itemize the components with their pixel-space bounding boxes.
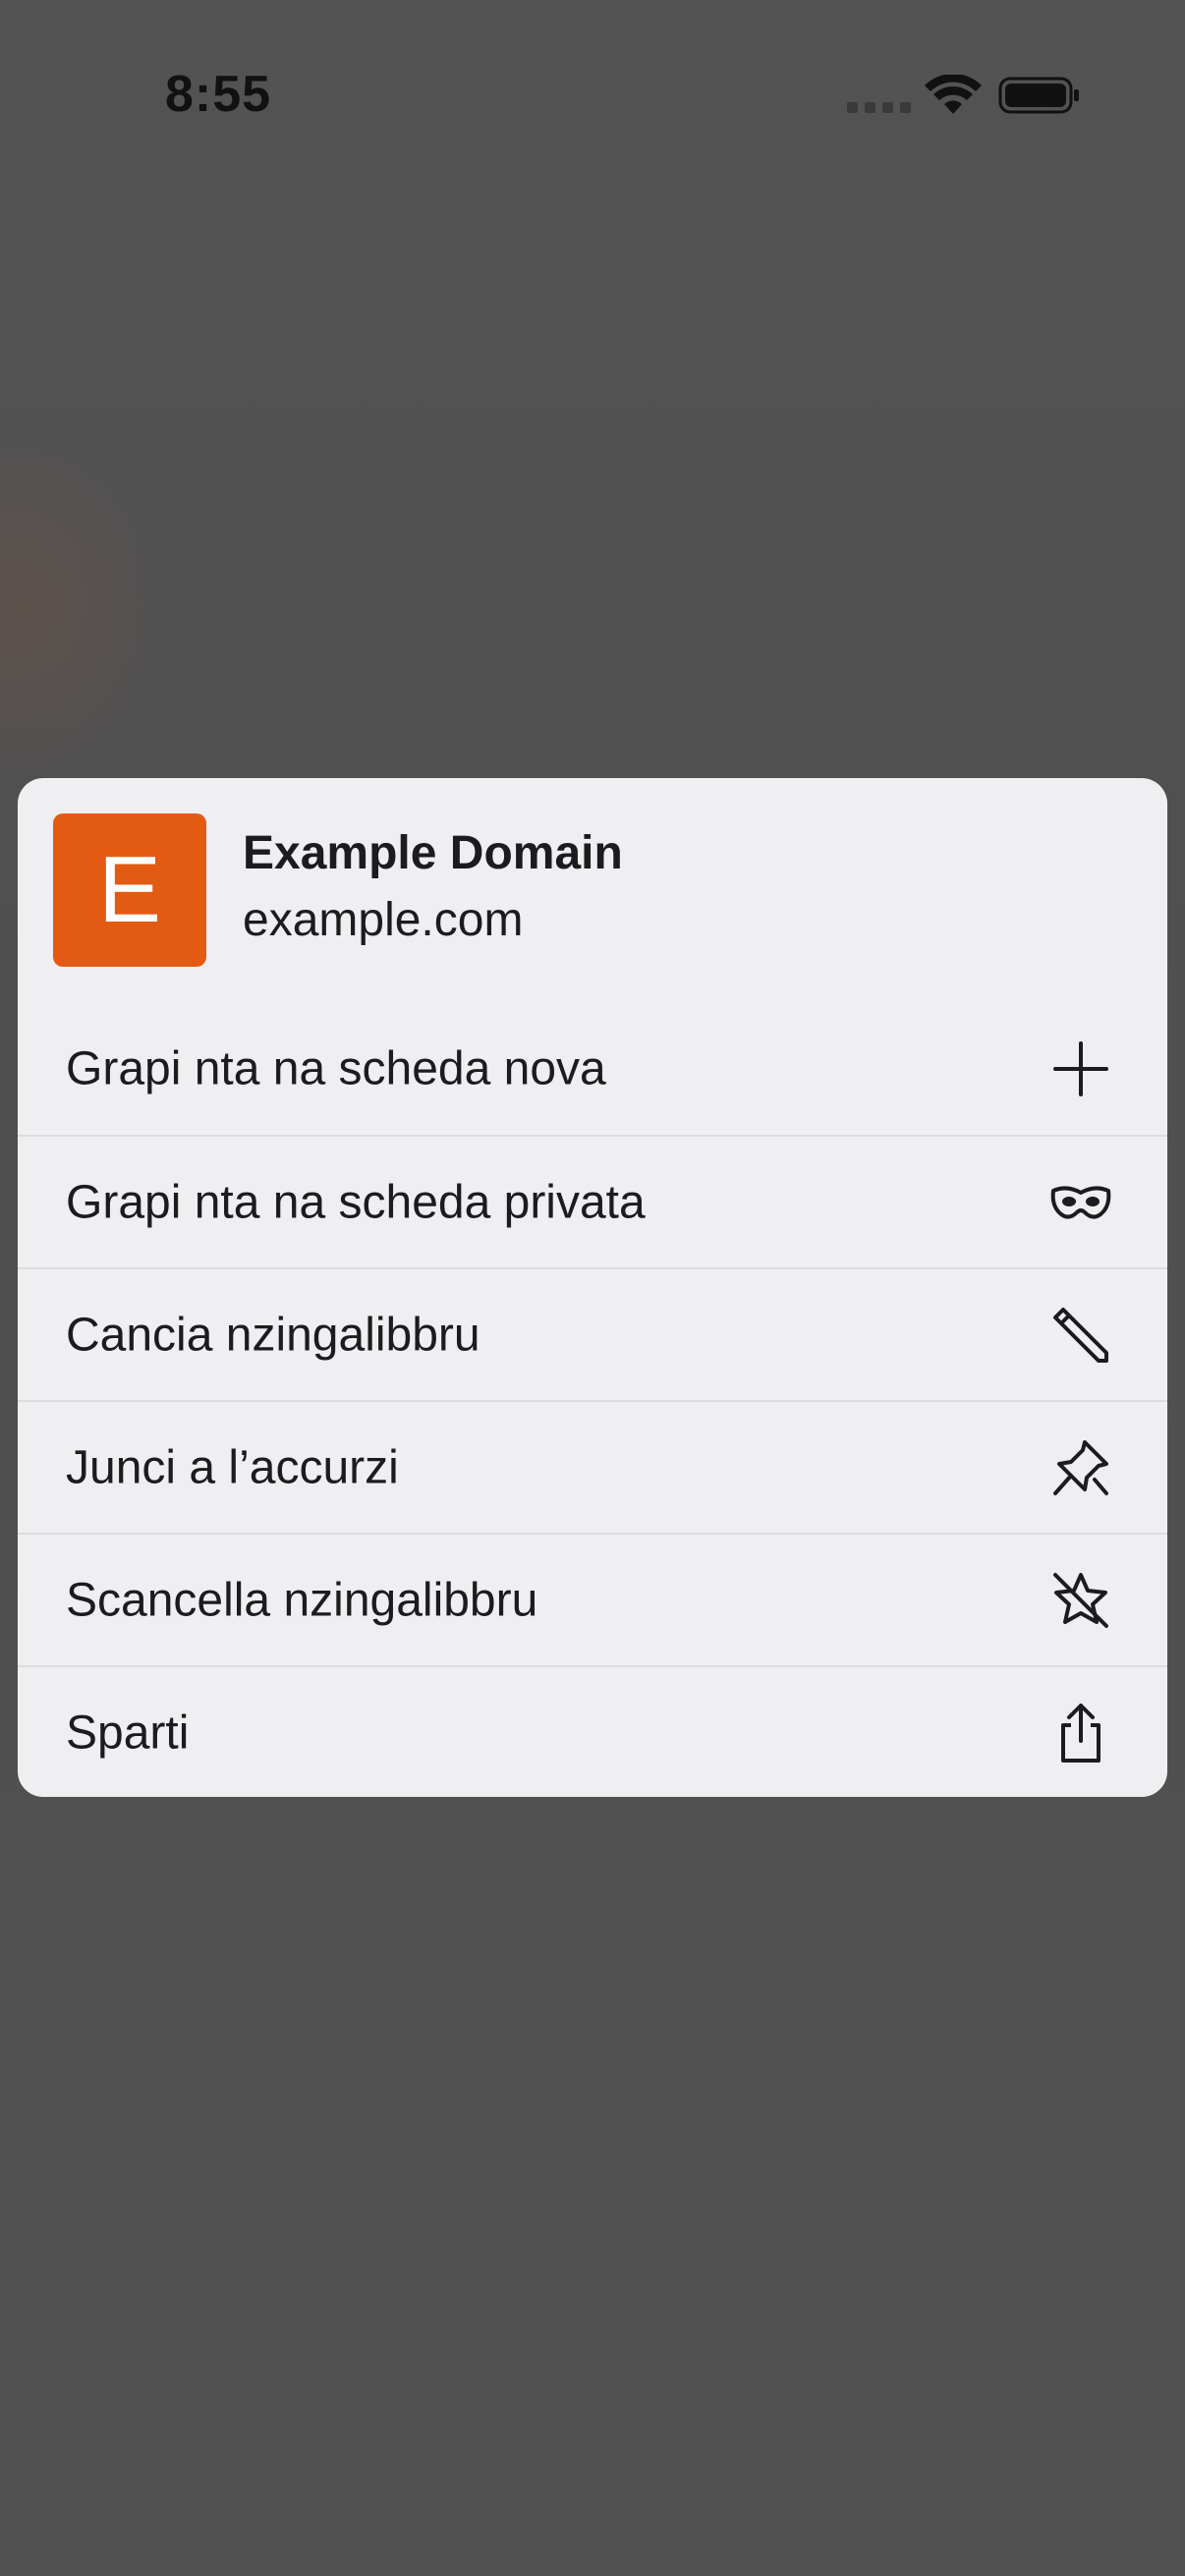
menu-item-label: Cancia nzingalibbru bbox=[66, 1309, 480, 1361]
menu-item-delete-bookmark[interactable]: Scancella nzingalibbru bbox=[18, 1533, 1167, 1665]
wifi-icon bbox=[925, 75, 982, 114]
menu-list: Grapi nta na scheda nova Grapi nta na sc… bbox=[18, 1002, 1167, 1797]
pin-icon bbox=[1049, 1436, 1112, 1499]
page-title: Example Domain bbox=[243, 827, 623, 879]
menu-item-open-new-tab[interactable]: Grapi nta na scheda nova bbox=[18, 1002, 1167, 1135]
pencil-icon bbox=[1049, 1304, 1112, 1367]
battery-icon bbox=[998, 77, 1079, 114]
menu-item-pin-shortcut[interactable]: Junci a l’accurzi bbox=[18, 1400, 1167, 1533]
menu-item-edit-bookmark[interactable]: Cancia nzingalibbru bbox=[18, 1267, 1167, 1400]
menu-item-label: Grapi nta na scheda privata bbox=[66, 1176, 646, 1228]
menu-item-label: Sparti bbox=[66, 1707, 190, 1759]
menu-item-open-private-tab[interactable]: Grapi nta na scheda privata bbox=[18, 1135, 1167, 1267]
menu-item-share[interactable]: Sparti bbox=[18, 1665, 1167, 1797]
share-icon bbox=[1049, 1702, 1112, 1764]
private-mask-icon bbox=[1049, 1171, 1112, 1234]
bookmark-remove-icon bbox=[1049, 1569, 1112, 1632]
link-context-menu: E Example Domain example.com Grapi nta n… bbox=[18, 778, 1167, 1797]
status-bar-time: 8:55 bbox=[165, 66, 272, 123]
link-preview-header[interactable]: E Example Domain example.com bbox=[18, 778, 1167, 1002]
cellular-signal-icon bbox=[847, 102, 911, 113]
plus-icon bbox=[1049, 1037, 1112, 1100]
menu-item-label: Grapi nta na scheda nova bbox=[66, 1042, 606, 1094]
menu-item-label: Junci a l’accurzi bbox=[66, 1441, 399, 1493]
site-favicon: E bbox=[53, 813, 206, 967]
page-url: example.com bbox=[243, 894, 524, 946]
menu-item-label: Scancella nzingalibbru bbox=[66, 1574, 538, 1626]
